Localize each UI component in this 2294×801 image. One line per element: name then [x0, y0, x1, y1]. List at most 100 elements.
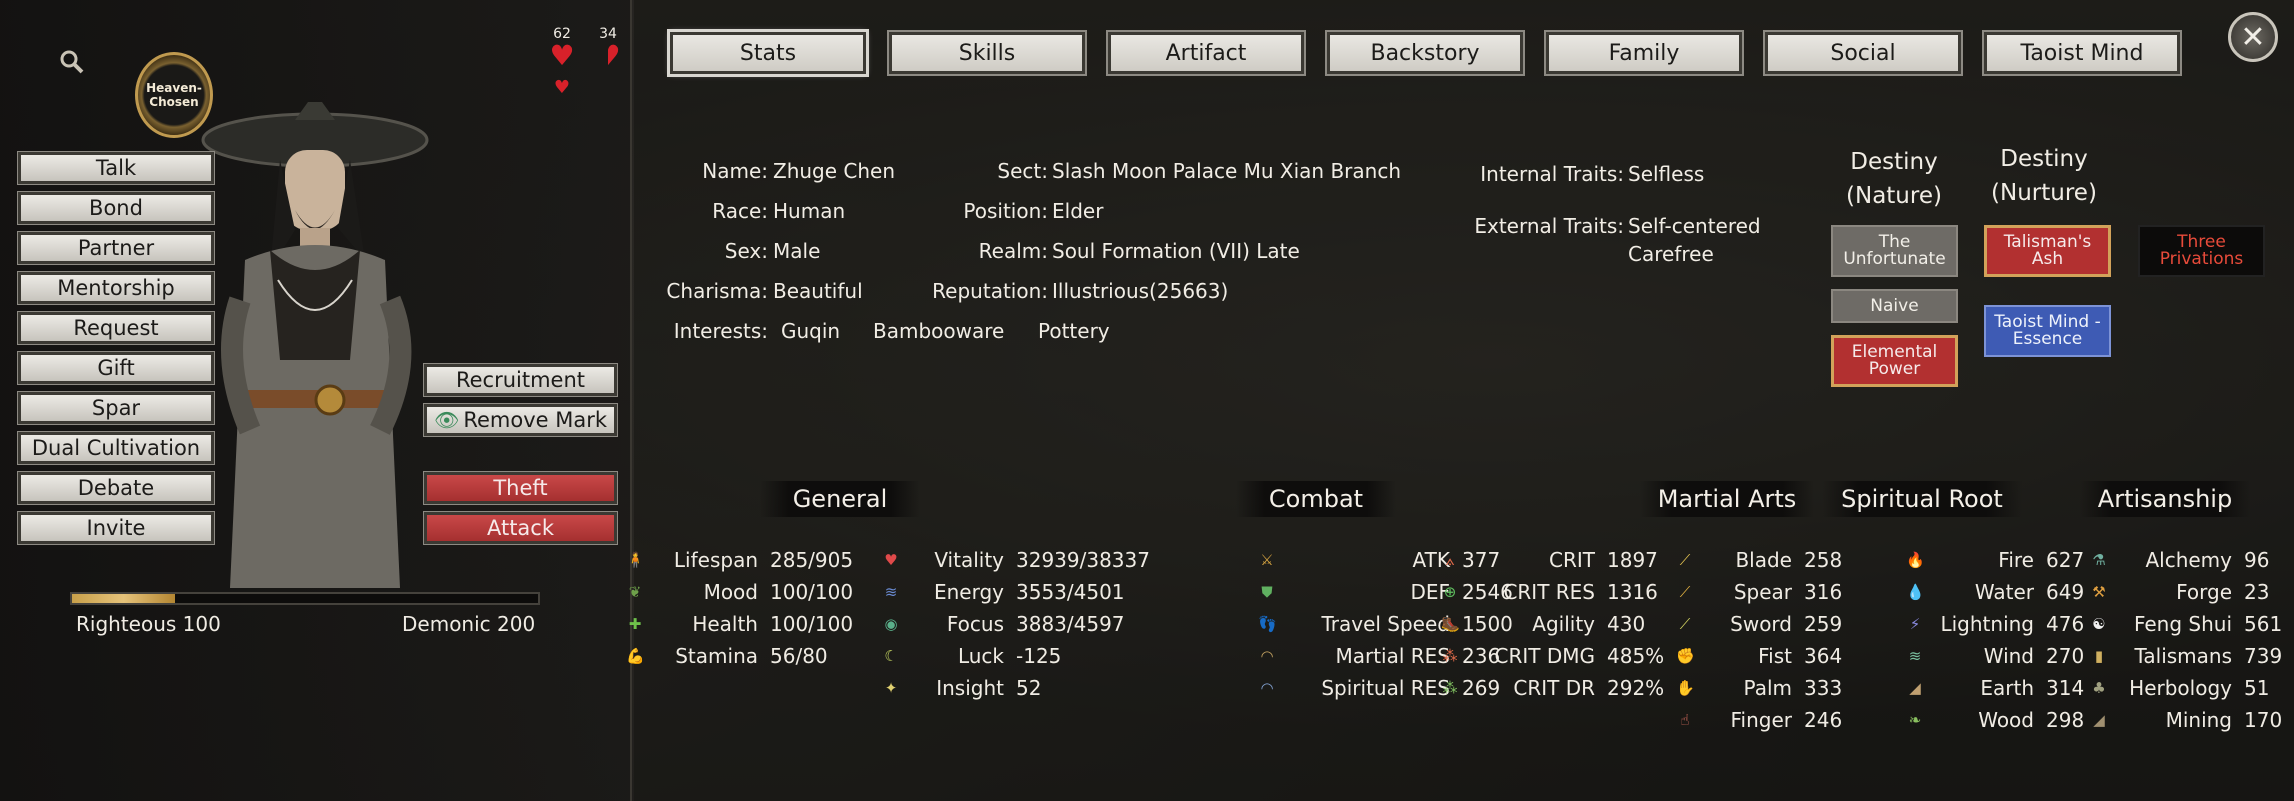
stat-value: 32939/38337 — [1016, 548, 1150, 572]
tab-family[interactable]: Family — [1544, 30, 1744, 76]
stat-label: Wood — [1978, 708, 2034, 732]
stat-value: 3553/4501 — [1016, 580, 1125, 604]
stat-value: 316 — [1804, 580, 1843, 604]
focus-icon: ◉ — [884, 615, 898, 633]
destiny-card-the-unfortunate[interactable]: The Unfortunate — [1831, 225, 1958, 277]
section-spiritual-root: Spiritual Root — [1822, 481, 2022, 517]
stat-value: 52 — [1016, 676, 1042, 700]
spar-button[interactable]: Spar — [17, 391, 215, 425]
stat-crit-dmg: ⁂ CRIT DMG 485% — [1441, 641, 1665, 671]
internal-traits-label: Internal Traits: — [1480, 162, 1624, 186]
partner-button[interactable]: Partner — [17, 231, 215, 265]
realm-value: Soul Formation (VII) Late — [1052, 239, 1300, 263]
tab-skills[interactable]: Skills — [887, 30, 1087, 76]
remove-mark-label: Remove Mark — [463, 408, 608, 432]
destiny-card-taoist-mind-essence[interactable]: Taoist Mind - Essence — [1984, 305, 2111, 357]
stat-value: 649 — [2046, 580, 2085, 604]
bond-button[interactable]: Bond — [17, 191, 215, 225]
stat-label: Palm — [1743, 676, 1792, 700]
recruitment-button[interactable]: Recruitment — [423, 363, 618, 397]
section-general: General — [760, 481, 920, 517]
stat-value: 285/905 — [770, 548, 854, 572]
request-button[interactable]: Request — [17, 311, 215, 345]
remove-mark-button[interactable]: 👁 Remove Mark — [423, 403, 618, 437]
alchemy-icon: ⚗ — [2092, 551, 2106, 569]
tab-social[interactable]: Social — [1763, 30, 1963, 76]
stat-label: ATK — [1412, 548, 1450, 572]
stat-value: 1316 — [1607, 580, 1658, 604]
close-button[interactable]: ✕ — [2228, 12, 2278, 62]
stat-value: -125 — [1016, 644, 1062, 668]
stat-herbology: ♣ Herbology 51 — [2090, 673, 2269, 703]
destiny-card-three-privations[interactable]: Three Privations — [2138, 225, 2265, 277]
earth-icon: ◢ — [1909, 679, 1921, 697]
talk-button[interactable]: Talk — [17, 151, 215, 185]
herbology-icon: ♣ — [2092, 679, 2106, 697]
stat-sword: ⟋ Sword 259 — [1676, 609, 1842, 639]
position-value: Elder — [1052, 199, 1104, 223]
stat-focus: ◉ Focus 3883/4597 — [882, 609, 1125, 639]
stat-label: Luck — [957, 644, 1004, 668]
insight-icon: ✦ — [884, 679, 898, 697]
stat-label: Mining — [2165, 708, 2232, 732]
destiny-nurture-title: Destiny (Nurture) — [1976, 142, 2112, 210]
stat-value: 485% — [1607, 644, 1665, 668]
stat-label: Focus — [946, 612, 1004, 636]
destiny-nurture-title-line1: Destiny — [2000, 146, 2088, 172]
martial-res-icon: ◠ — [1260, 647, 1274, 665]
stat-label: Travel Speed — [1321, 612, 1450, 636]
sword-icon: ⟋ — [1679, 615, 1691, 633]
destiny-card-talismans-ash[interactable]: Talisman's Ash — [1984, 225, 2111, 277]
crit-res-icon: ⊕ — [1443, 583, 1457, 601]
feng-shui-icon: ☯ — [2092, 615, 2106, 633]
invite-button[interactable]: Invite — [17, 511, 215, 545]
travel-speed-icon: 👣 — [1258, 615, 1277, 633]
blade-icon: ⟋ — [1679, 551, 1691, 569]
righteous-value: Righteous 100 — [76, 612, 221, 636]
character-portrait — [201, 102, 429, 588]
stat-label: CRIT DR — [1513, 676, 1595, 700]
stat-alchemy: ⚗ Alchemy 96 — [2090, 545, 2269, 575]
attack-button[interactable]: Attack — [423, 511, 618, 545]
alignment-bar — [70, 592, 540, 605]
heart-small-icon: ♥ — [553, 77, 571, 98]
heart-counter-left: 62 ♥ ♥ — [544, 26, 580, 102]
stat-label: Earth — [1980, 676, 2034, 700]
stat-label: Energy — [933, 580, 1004, 604]
tab-taoist-mind[interactable]: Taoist Mind — [1982, 30, 2182, 76]
debate-button[interactable]: Debate — [17, 471, 215, 505]
heart-right-value: 34 — [599, 26, 617, 42]
lightning-icon: ⚡ — [1909, 615, 1921, 633]
dual-cultivation-button[interactable]: Dual Cultivation — [17, 431, 215, 465]
gift-button[interactable]: Gift — [17, 351, 215, 385]
vitality-icon: ♥ — [884, 551, 898, 569]
stat-agility: 🥾 Agility 430 — [1441, 609, 1645, 639]
stat-earth: ◢ Earth 314 — [1906, 673, 2084, 703]
destiny-card-naive[interactable]: Naive — [1831, 289, 1958, 323]
destiny-card-elemental-power[interactable]: Elemental Power — [1831, 335, 1958, 387]
crit-dr-icon: ⁂ — [1442, 679, 1458, 697]
stat-label: Spear — [1733, 580, 1792, 604]
tab-stats[interactable]: Stats — [667, 29, 869, 77]
stat-vitality: ♥ Vitality 32939/38337 — [882, 545, 1150, 575]
internal-traits-value: Selfless — [1628, 162, 1705, 186]
charisma-value: Beautiful — [773, 279, 863, 303]
stat-value: 298 — [2046, 708, 2085, 732]
tab-artifact[interactable]: Artifact — [1106, 30, 1306, 76]
tab-backstory[interactable]: Backstory — [1325, 30, 1525, 76]
destiny-nature-title: Destiny (Nature) — [1826, 145, 1962, 213]
stat-label: CRIT DMG — [1494, 644, 1596, 668]
luck-icon: ☾ — [884, 647, 898, 665]
stat-talismans: ▮ Talismans 739 — [2090, 641, 2282, 671]
mentorship-button[interactable]: Mentorship — [17, 271, 215, 305]
stat-label: Insight — [936, 676, 1004, 700]
stat-value: 3883/4597 — [1016, 612, 1125, 636]
eye-icon: 👁 — [433, 408, 460, 432]
water-icon: 💧 — [1906, 583, 1925, 601]
stat-label: Feng Shui — [2133, 612, 2232, 636]
theft-button[interactable]: Theft — [423, 471, 618, 505]
magnifier-icon[interactable] — [58, 48, 86, 76]
stat-value: 258 — [1804, 548, 1843, 572]
sect-label: Sect: — [997, 159, 1048, 183]
stat-lightning: ⚡ Lightning 476 — [1906, 609, 2084, 639]
